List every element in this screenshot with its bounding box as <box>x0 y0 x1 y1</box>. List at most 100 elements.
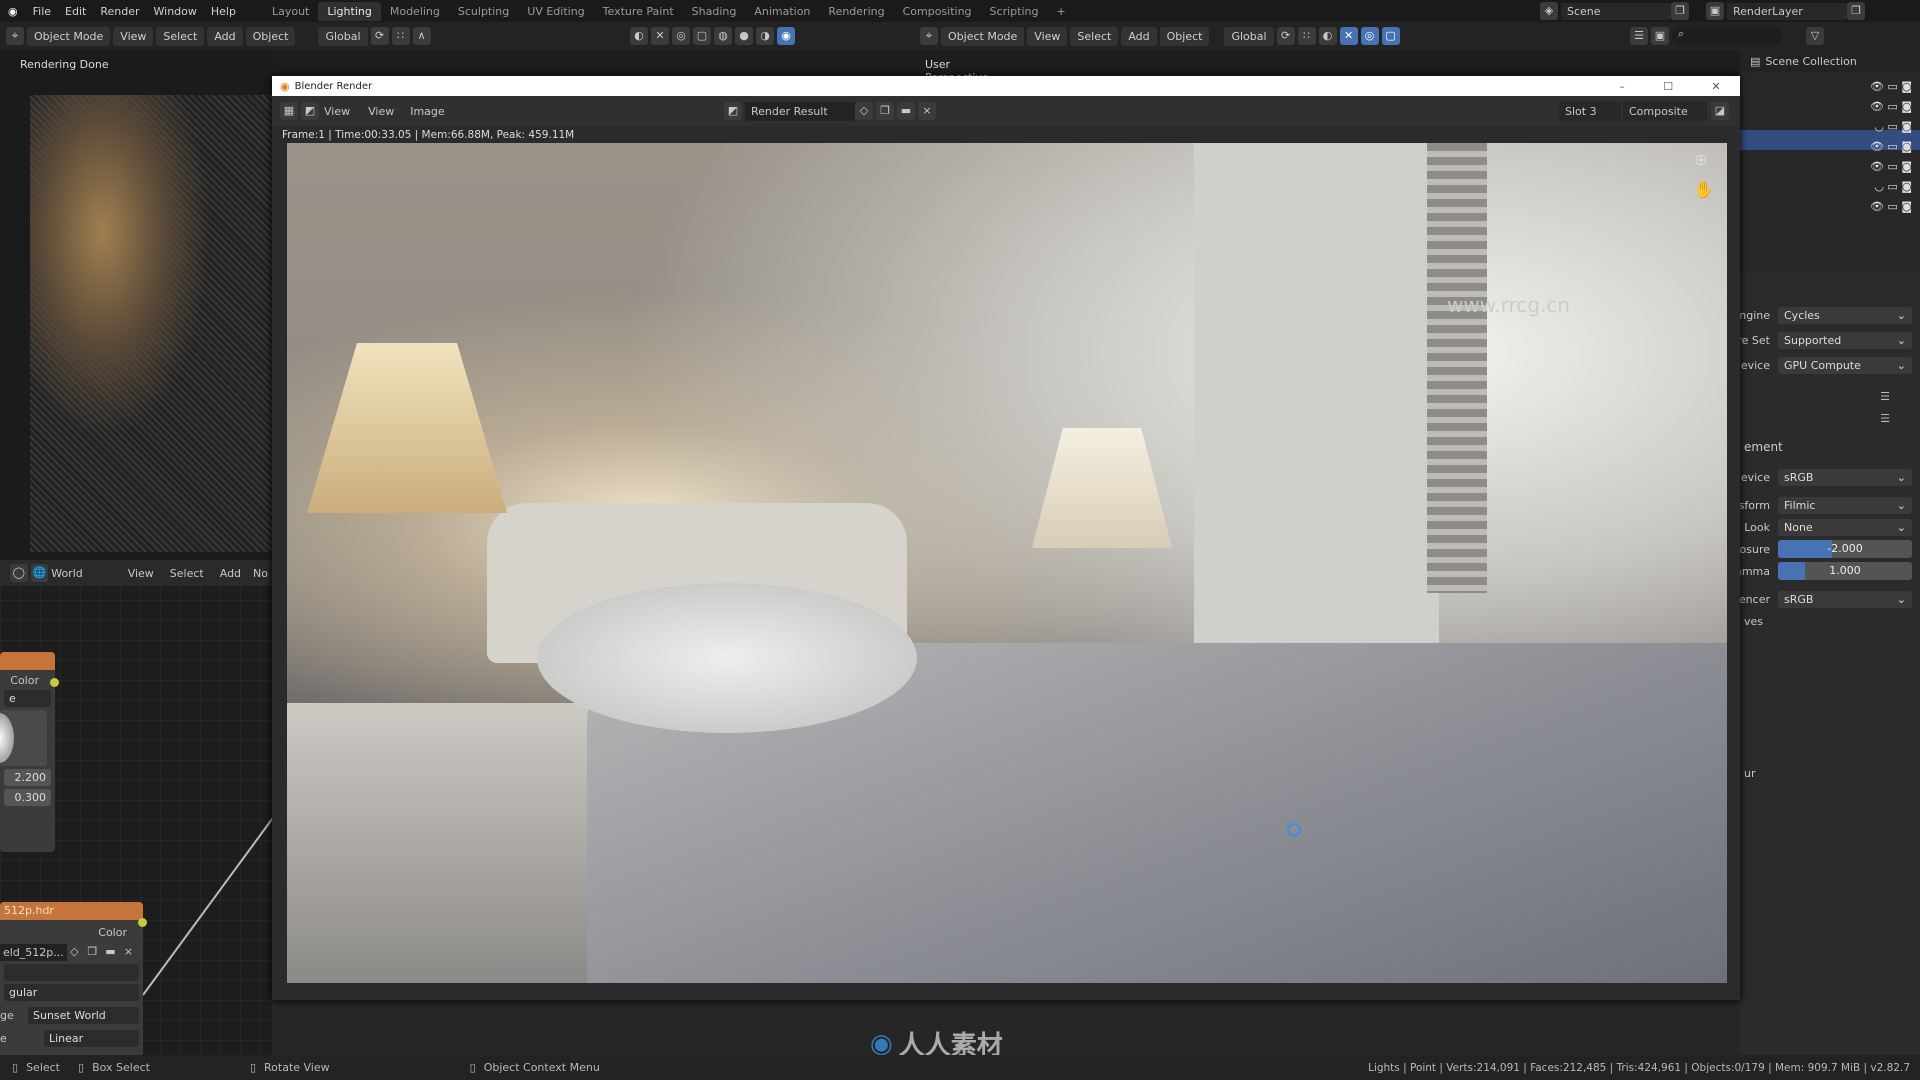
new-image-icon[interactable]: ❐ <box>876 102 894 120</box>
menu-edit[interactable]: Edit <box>58 5 93 18</box>
object-menu-right[interactable]: Object <box>1159 26 1210 46</box>
panel-section[interactable]: ur <box>1740 762 1920 784</box>
view-mode-icon[interactable]: ◩ <box>301 102 319 120</box>
node-value-field[interactable]: 2.200 <box>4 769 51 786</box>
view-menu[interactable]: View <box>360 105 402 118</box>
xray-icon[interactable]: ▢ <box>693 27 711 45</box>
mode-select[interactable]: Object Mode <box>27 26 111 46</box>
view-mode-select[interactable]: View <box>322 105 360 118</box>
render-engine-select[interactable]: Cycles ⌄ <box>1778 306 1912 324</box>
node-menu[interactable]: No <box>249 567 272 580</box>
display-mode-icon[interactable]: ☰ <box>1630 27 1648 45</box>
gamma-slider[interactable]: 1.000 <box>1778 562 1912 580</box>
material-shading-icon[interactable]: ◑ <box>756 27 774 45</box>
node-dropdown[interactable]: e <box>4 690 51 707</box>
new-scene-icon[interactable]: ❐ <box>1671 2 1689 20</box>
select-menu-right[interactable]: Select <box>1070 26 1119 46</box>
scene-field[interactable]: Scene <box>1561 2 1671 20</box>
sun-preview[interactable] <box>0 710 47 766</box>
world-type-icon[interactable]: ◯ <box>10 564 28 582</box>
add-menu-right[interactable]: Add <box>1121 26 1157 46</box>
snap-icon[interactable]: ∷ <box>1297 27 1316 45</box>
filter-icon[interactable]: ▽ <box>1806 27 1824 45</box>
tab-sculpting[interactable]: Sculpting <box>449 2 518 21</box>
add-menu[interactable]: Add <box>212 567 249 580</box>
projection-dropdown[interactable]: gular <box>4 984 139 1001</box>
tab-shading[interactable]: Shading <box>683 2 746 21</box>
close-button[interactable]: ✕ <box>1712 80 1721 93</box>
node-value-field[interactable]: 0.300 <box>4 789 51 806</box>
mode-select-right[interactable]: Object Mode <box>941 26 1025 46</box>
node-environment-texture[interactable]: 512p.hdr Color eld_512p... ◇ ❐ ▬ × gular ge S… <box>0 902 143 1057</box>
node-editor[interactable]: Color e 2.200 0.300 512p.hdr Color eld_5… <box>0 560 276 1057</box>
image-browse-icon[interactable]: ◩ <box>724 102 742 120</box>
tab-lighting[interactable]: Lighting <box>318 1 381 21</box>
image-name-field[interactable]: eld_512p... <box>0 943 67 961</box>
image-dropdown[interactable]: Sunset World <box>28 1007 139 1024</box>
select-menu[interactable]: Select <box>162 567 212 580</box>
render-layer-field[interactable]: RenderLayer <box>1727 2 1847 20</box>
maximize-button[interactable]: ☐ <box>1663 80 1673 93</box>
render-result-image[interactable]: www.rrcg.cn <box>287 143 1727 983</box>
solid-shading-icon[interactable]: ● <box>735 27 753 45</box>
visibility-icon[interactable]: ◐ <box>1318 27 1337 45</box>
view-menu[interactable]: View <box>120 567 162 580</box>
xray-icon[interactable]: ▢ <box>1381 27 1400 45</box>
pivot-icon[interactable]: ⟳ <box>370 27 389 45</box>
display-device-select[interactable]: sRGB ⌄ <box>1778 468 1912 486</box>
color-space-dropdown[interactable] <box>4 964 139 981</box>
tab-layout[interactable]: Layout <box>263 2 318 21</box>
tab-texture-paint[interactable]: Texture Paint <box>594 2 683 21</box>
color-output-socket[interactable] <box>50 678 59 687</box>
pan-hand-icon[interactable]: ✋ <box>1694 180 1714 199</box>
bottom-viewport[interactable] <box>272 1000 1740 1055</box>
gizmo-icon[interactable]: ✕ <box>1339 27 1358 45</box>
color-output-socket[interactable] <box>138 918 147 927</box>
add-workspace-button[interactable]: + <box>1047 2 1074 21</box>
tab-uv-editing[interactable]: UV Editing <box>518 2 593 21</box>
add-menu[interactable]: Add <box>207 26 243 46</box>
node-sky[interactable]: Color e 2.200 0.300 <box>0 652 55 852</box>
tab-modeling[interactable]: Modeling <box>381 2 449 21</box>
tab-rendering[interactable]: Rendering <box>819 2 893 21</box>
filter-layer-icon[interactable]: ▣ <box>1651 27 1669 45</box>
render-result-field[interactable]: Render Result <box>745 101 855 121</box>
proportional-icon[interactable]: ∧ <box>412 27 431 45</box>
zoom-icon[interactable]: ⊕ <box>1694 150 1707 169</box>
scene-collection-label[interactable]: Scene Collection <box>1765 55 1856 68</box>
wireframe-shading-icon[interactable]: ◍ <box>714 27 732 45</box>
menu-render[interactable]: Render <box>93 5 146 18</box>
menu-window[interactable]: Window <box>147 5 204 18</box>
select-menu[interactable]: Select <box>156 26 205 46</box>
unlink-icon[interactable]: × <box>120 943 136 961</box>
editor-type-icon[interactable]: ▦ <box>280 102 298 120</box>
editor-type-icon[interactable]: ⌖ <box>6 27 24 45</box>
look-select[interactable]: None ⌄ <box>1778 518 1912 536</box>
visibility-icon[interactable]: ◐ <box>630 27 648 45</box>
view-transform-select[interactable]: Filmic ⌄ <box>1778 496 1912 514</box>
object-menu[interactable]: Object <box>245 26 296 46</box>
overlay-icon[interactable]: ◎ <box>1360 27 1379 45</box>
gizmo-icon[interactable]: ✕ <box>651 27 669 45</box>
world-select[interactable]: World <box>51 567 119 580</box>
list-icons[interactable]: ☰ ☰ <box>1740 376 1920 436</box>
unlink-icon[interactable]: × <box>918 102 936 120</box>
snap-icon[interactable]: ∷ <box>391 27 410 45</box>
rendered-shading-icon[interactable]: ◉ <box>777 27 795 45</box>
orientation-select[interactable]: Global <box>318 26 368 46</box>
fake-user-icon[interactable]: ◇ <box>855 102 873 120</box>
menu-help[interactable]: Help <box>204 5 243 18</box>
outliner-restrict-icons[interactable]: 👁 ▭ ◙ 👁 ▭ ◙ ◡ ▭ ◙ 👁 ▭ ◙ 👁 ▭ ◙ ◡ ▭ ◙ 👁 ▭ ◙ <box>1870 77 1912 217</box>
pass-select[interactable]: Composite <box>1623 101 1707 121</box>
outliner[interactable]: 👁 ▭ ◙ 👁 ▭ ◙ ◡ ▭ ◙ 👁 ▭ ◙ 👁 ▭ ◙ ◡ ▭ ◙ 👁 ▭ ◙ <box>1740 72 1920 272</box>
fake-user-icon[interactable]: ◇ <box>66 943 82 961</box>
editor-type-icon[interactable]: ⌖ <box>920 27 938 45</box>
view-menu-right[interactable]: View <box>1027 26 1068 46</box>
pivot-icon[interactable]: ⟳ <box>1276 27 1295 45</box>
minimize-button[interactable]: – <box>1619 80 1625 93</box>
new-image-icon[interactable]: ❐ <box>84 943 100 961</box>
color-management-section[interactable]: ement <box>1740 436 1920 458</box>
new-layer-icon[interactable]: ❐ <box>1847 2 1865 20</box>
tab-compositing[interactable]: Compositing <box>894 2 981 21</box>
exposure-slider[interactable]: -2.000 <box>1778 540 1912 558</box>
